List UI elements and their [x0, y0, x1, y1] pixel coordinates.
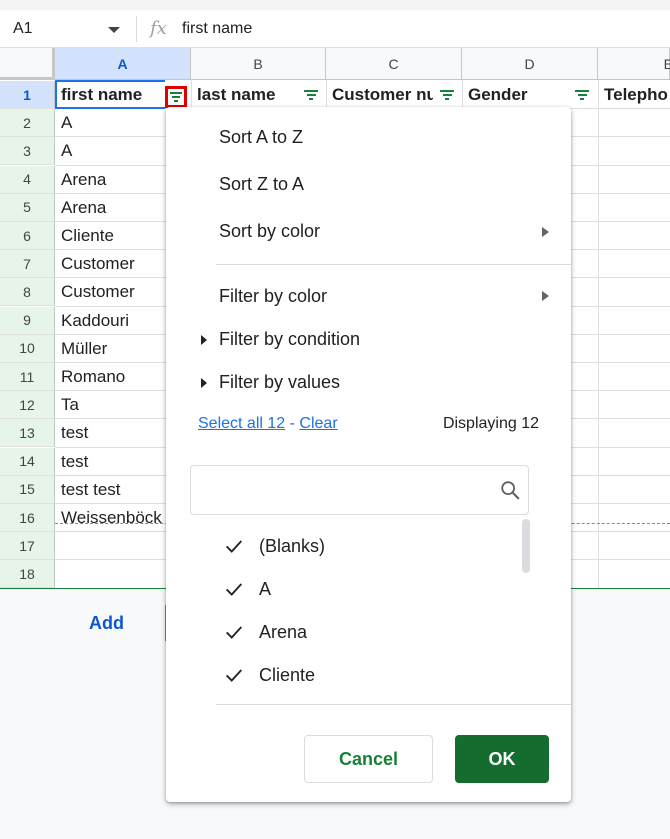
grid-column-line — [598, 80, 599, 589]
row-header[interactable]: 12 — [0, 391, 55, 420]
column-header-c[interactable]: C — [326, 48, 462, 80]
filter-value-label: Arena — [259, 621, 308, 642]
cell-first-name[interactable]: Müller — [56, 335, 166, 363]
header-cell-customer-number[interactable]: Customer nu — [327, 81, 433, 109]
header-cell-gender[interactable]: Gender — [463, 81, 569, 109]
row-header[interactable]: 4 — [0, 165, 55, 194]
row-header[interactable]: 7 — [0, 250, 55, 279]
row-header[interactable]: 5 — [0, 193, 55, 222]
filter-value-item[interactable]: Cliente — [223, 660, 315, 690]
divider — [136, 16, 137, 42]
filter-menu: Sort A to Z Sort Z to A Sort by color Fi… — [166, 107, 571, 802]
filter-by-condition[interactable]: Filter by condition — [219, 329, 360, 350]
filter-value-item[interactable]: A — [223, 574, 271, 604]
checkmark-icon[interactable] — [223, 578, 245, 600]
cell-first-name[interactable]: Ta — [56, 391, 166, 419]
submenu-arrow-icon — [542, 227, 549, 237]
selection-links: Select all 12 - Clear — [198, 415, 338, 433]
filter-value-item[interactable]: (Blanks) — [223, 531, 325, 561]
checkmark-icon[interactable] — [223, 621, 245, 643]
cell-first-name[interactable]: Weissenböck — [56, 504, 166, 532]
row-header[interactable]: 8 — [0, 278, 55, 307]
clear-link[interactable]: Clear — [299, 415, 337, 432]
add-rows-link[interactable]: Add — [89, 613, 124, 634]
filter-value-item[interactable]: Arena — [223, 617, 307, 647]
toolbar-strip — [0, 0, 670, 10]
checkmark-icon[interactable] — [223, 535, 245, 557]
menu-separator — [216, 704, 571, 705]
filter-value-label: A — [259, 578, 272, 599]
filter-icon[interactable] — [573, 86, 591, 104]
row-header[interactable]: 10 — [0, 334, 55, 363]
cell-first-name[interactable]: Romano — [56, 363, 166, 391]
chevron-down-icon[interactable] — [108, 27, 120, 33]
ok-button[interactable]: OK — [455, 735, 549, 783]
header-cell-first-name[interactable]: first name — [56, 81, 164, 109]
select-all-corner[interactable] — [0, 48, 55, 80]
row-header[interactable]: 15 — [0, 475, 55, 504]
checkmark-icon[interactable] — [223, 664, 245, 686]
filter-by-color[interactable]: Filter by color — [219, 286, 327, 307]
filter-icon[interactable] — [302, 86, 320, 104]
link-separator: - — [289, 415, 295, 432]
column-header-e[interactable]: E — [598, 48, 670, 80]
row-header[interactable]: 14 — [0, 447, 55, 476]
header-cell-last-name[interactable]: last name — [192, 81, 297, 109]
cell-first-name[interactable]: A — [56, 137, 166, 165]
filter-icon[interactable] — [438, 86, 456, 104]
row-header[interactable]: 9 — [0, 306, 55, 335]
filter-by-values[interactable]: Filter by values — [219, 372, 340, 393]
row-header[interactable]: 3 — [0, 137, 55, 166]
row-header[interactable]: 6 — [0, 222, 55, 250]
row-header[interactable]: 16 — [0, 504, 55, 532]
submenu-arrow-icon — [542, 291, 549, 301]
row-header[interactable]: 2 — [0, 109, 55, 138]
name-box[interactable]: A1 — [13, 20, 33, 38]
cancel-button[interactable]: Cancel — [304, 735, 433, 783]
expand-triangle-icon[interactable] — [201, 335, 207, 345]
cell-first-name[interactable]: Cliente — [56, 222, 166, 250]
row-header[interactable]: 17 — [0, 532, 55, 561]
sort-by-color[interactable]: Sort by color — [219, 221, 320, 242]
fx-icon: fx — [150, 18, 167, 39]
displaying-count: Displaying 12 — [442, 415, 539, 432]
sort-a-to-z[interactable]: Sort A to Z — [219, 127, 303, 148]
header-cell-telephone[interactable]: Telepho — [599, 81, 670, 109]
expand-triangle-icon[interactable] — [201, 378, 207, 388]
column-header-b[interactable]: B — [191, 48, 326, 80]
values-search-input[interactable] — [201, 476, 491, 504]
sort-z-to-a[interactable]: Sort Z to A — [219, 174, 304, 195]
row-header[interactable]: 11 — [0, 363, 55, 391]
row-header[interactable]: 13 — [0, 419, 55, 448]
cell-first-name[interactable]: test — [56, 419, 166, 447]
values-scrollbar[interactable] — [522, 519, 530, 573]
values-search-box[interactable] — [190, 465, 529, 515]
row-header[interactable]: 1 — [0, 81, 55, 109]
cell-first-name[interactable]: Arena — [56, 194, 166, 222]
column-header-d[interactable]: D — [462, 48, 598, 80]
menu-separator — [216, 264, 571, 265]
column-header-e-label: E — [663, 55, 670, 72]
cell-first-name[interactable]: test — [56, 448, 166, 476]
cell-first-name[interactable]: Customer — [56, 250, 166, 278]
cell-first-name[interactable]: test test — [56, 476, 166, 504]
values-list: (Blanks) A Arena Cliente — [190, 519, 540, 699]
cell-first-name[interactable]: Kaddouri — [56, 307, 166, 335]
formula-input[interactable]: first name — [182, 20, 252, 38]
cell-first-name[interactable]: Arena — [56, 166, 166, 194]
search-icon[interactable] — [499, 479, 521, 501]
cell-first-name[interactable]: A — [56, 109, 166, 137]
cell-first-name[interactable]: Customer — [56, 278, 166, 306]
filter-value-label: (Blanks) — [259, 535, 326, 556]
column-header-a[interactable]: A — [55, 48, 191, 80]
filter-icon[interactable] — [165, 86, 187, 108]
formula-bar: A1 fx first name — [0, 10, 670, 48]
filter-value-label: Cliente — [259, 664, 316, 685]
row-header[interactable]: 18 — [0, 560, 55, 589]
select-all-link[interactable]: Select all 12 — [198, 415, 285, 432]
